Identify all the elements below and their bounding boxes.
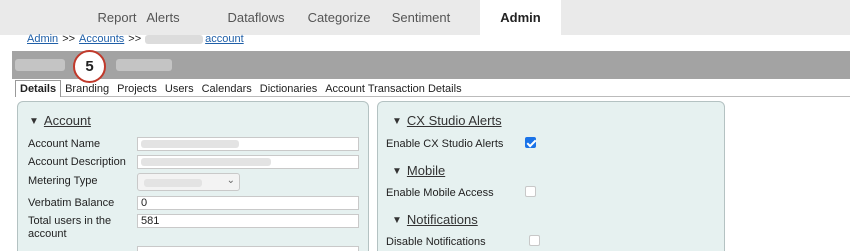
redacted-title xyxy=(15,59,65,71)
breadcrumb-admin-link[interactable]: Admin xyxy=(27,33,58,45)
total-users-input[interactable]: 581 xyxy=(137,214,359,228)
breadcrumb-account-link[interactable]: account xyxy=(145,33,244,45)
metering-type-label: Metering Type xyxy=(28,175,98,187)
redacted-title xyxy=(116,59,172,71)
account-section-header[interactable]: ▼ Account xyxy=(29,113,91,128)
notifications-header[interactable]: ▼ Notifications xyxy=(392,212,478,227)
tab-sentiment[interactable]: Sentiment xyxy=(375,0,467,35)
tab-categorize[interactable]: Categorize xyxy=(296,0,382,35)
subtab-users[interactable]: Users xyxy=(161,81,198,97)
collapse-triangle-icon: ▼ xyxy=(392,215,402,226)
subtab-calendars[interactable]: Calendars xyxy=(198,81,256,97)
breadcrumb-separator: >> xyxy=(128,33,142,45)
enable-mobile-access-checkbox[interactable] xyxy=(525,186,536,197)
account-name-input[interactable] xyxy=(137,137,359,151)
redacted-value xyxy=(141,158,271,166)
breadcrumb-separator: >> xyxy=(62,33,76,45)
top-nav: Report Alerts Dataflows Categorize Senti… xyxy=(0,0,850,35)
enable-cx-studio-alerts-checkbox[interactable] xyxy=(525,137,536,148)
account-description-input[interactable] xyxy=(137,155,359,169)
collapse-triangle-icon: ▼ xyxy=(392,116,402,127)
account-name-label: Account Name xyxy=(28,138,101,150)
tab-admin[interactable]: Admin xyxy=(480,0,561,35)
redacted-value xyxy=(144,179,202,187)
subtab-dictionaries[interactable]: Dictionaries xyxy=(256,81,321,97)
redacted-account-name xyxy=(145,34,204,44)
metering-type-select[interactable]: ⌄ xyxy=(137,173,240,191)
disable-notifications-checkbox[interactable] xyxy=(529,235,540,246)
account-subtabs: Details Branding Projects Users Calendars Dic… xyxy=(15,80,850,97)
chevron-down-icon: ⌄ xyxy=(226,175,235,186)
tab-alerts[interactable]: Alerts xyxy=(118,0,208,35)
mobile-header[interactable]: ▼ Mobile xyxy=(392,163,445,178)
subtab-branding[interactable]: Branding xyxy=(61,81,113,97)
enable-cx-studio-alerts-label: Enable CX Studio Alerts xyxy=(386,138,504,150)
account-panel: ▼ Account Account Name Account Descriptio… xyxy=(17,101,369,251)
settings-panel: ▼ CX Studio Alerts Enable CX Studio Alert… xyxy=(377,101,725,251)
breadcrumb-accounts-link[interactable]: Accounts xyxy=(79,33,124,45)
total-users-label: Total users in the account xyxy=(28,215,112,240)
subtab-account-transaction-details[interactable]: Account Transaction Details xyxy=(321,81,465,97)
cx-studio-alerts-header[interactable]: ▼ CX Studio Alerts xyxy=(392,113,502,128)
verbatim-balance-input[interactable]: 0 xyxy=(137,196,359,210)
disable-notifications-label: Disable Notifications xyxy=(386,236,486,248)
redacted-value xyxy=(141,140,239,148)
next-field-input[interactable] xyxy=(137,246,359,251)
account-description-label: Account Description xyxy=(28,156,126,168)
subtab-details[interactable]: Details xyxy=(15,80,62,97)
breadcrumb: Admin >> Accounts >> account xyxy=(27,33,244,45)
collapse-triangle-icon: ▼ xyxy=(392,166,402,177)
account-title-bar xyxy=(12,51,850,79)
verbatim-balance-label: Verbatim Balance xyxy=(28,197,115,209)
enable-mobile-access-label: Enable Mobile Access xyxy=(386,187,494,199)
step-badge: 5 xyxy=(73,50,106,83)
subtab-projects[interactable]: Projects xyxy=(113,81,161,97)
collapse-triangle-icon: ▼ xyxy=(29,116,39,127)
tab-dataflows[interactable]: Dataflows xyxy=(210,0,302,35)
